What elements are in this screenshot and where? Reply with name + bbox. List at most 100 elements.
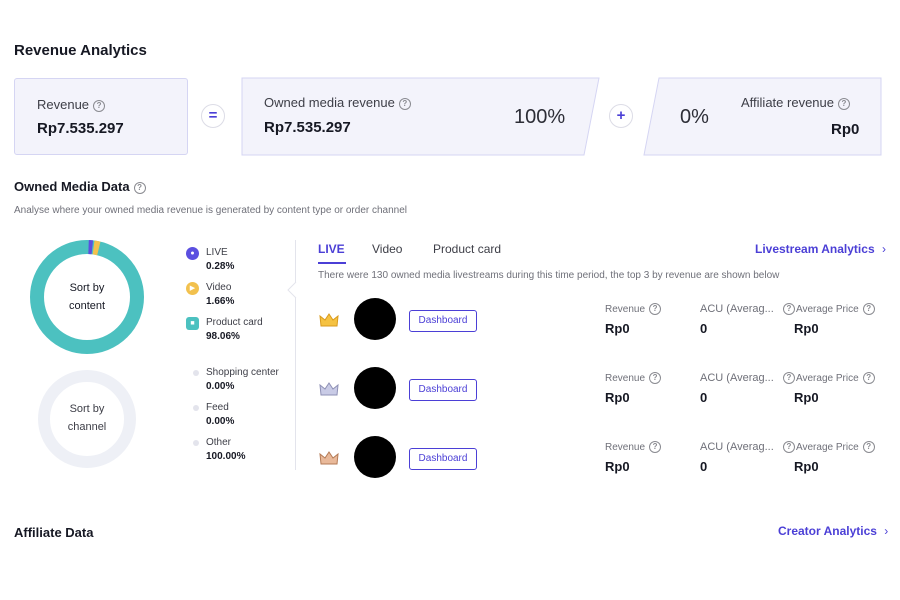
metric-label-text: Revenue [605, 373, 646, 384]
legend-value: 100.00% [206, 451, 246, 462]
metric-label-text: Average Price [796, 373, 859, 384]
help-icon[interactable]: ? [862, 441, 875, 453]
livestream-analytics-label: Livestream Analytics [755, 242, 875, 256]
revenue-value: Rp7.535.297 [37, 120, 124, 137]
affiliate-data-title: Affiliate Data [14, 525, 94, 540]
help-icon[interactable]: ? [838, 98, 850, 110]
bronze-crown-icon [319, 451, 339, 465]
help-icon[interactable]: ? [783, 303, 795, 315]
legend-value: 0.00% [206, 381, 235, 392]
legend-label: Other [206, 437, 232, 448]
legend-value: 98.06% [206, 331, 240, 342]
average-price-metric-value: Rp0 [794, 321, 819, 336]
video-icon: ▶ [186, 282, 199, 295]
revenue-metric-label: Revenue? [605, 441, 662, 453]
donut-label-line1: Sort by [69, 403, 105, 415]
plus-icon: + [609, 104, 633, 128]
affiliate-card-bg [643, 77, 882, 156]
help-icon[interactable]: ? [133, 182, 146, 194]
metric-label-text: Average Price [796, 304, 859, 315]
help-icon[interactable]: ? [783, 372, 795, 384]
revenue-metric-label: Revenue? [605, 372, 662, 384]
live-icon: ● [186, 247, 199, 260]
donut-slice-video [92, 240, 101, 256]
panel-divider [295, 240, 296, 470]
legend-item-product-card: ■ Product card 98.06% [186, 317, 263, 342]
legend-value: 0.00% [206, 416, 235, 427]
avatar [354, 436, 396, 478]
legend-label: Feed [206, 402, 229, 413]
metric-label-text: Revenue [605, 304, 646, 315]
revenue-metric-value: Rp0 [605, 390, 630, 405]
legend-item-other: Other 100.00% [186, 437, 245, 462]
creator-analytics-link[interactable]: Creator Analytics › [778, 524, 888, 538]
affiliate-label-wrap: Affiliate revenue? [741, 95, 850, 110]
help-icon[interactable]: ? [649, 303, 662, 315]
help-icon[interactable]: ? [783, 441, 795, 453]
help-icon[interactable]: ? [862, 372, 875, 384]
silver-crown-icon [319, 382, 339, 396]
help-icon[interactable]: ? [93, 100, 106, 112]
content-donut-label: Sort by content [50, 279, 124, 315]
legend-item-video: ▶ Video 1.66% [186, 282, 234, 307]
tab-live[interactable]: LIVE [318, 242, 345, 256]
dashboard-button[interactable]: Dashboard [409, 310, 477, 332]
avatar [354, 367, 396, 409]
acu-metric-label: ACU (Averag... [700, 303, 774, 315]
livestream-description: There were 130 owned media livestreams d… [318, 270, 780, 281]
help-icon[interactable]: ? [398, 98, 411, 110]
revenue-card: Revenue? Rp7.535.297 [14, 78, 188, 155]
donut-label-line2: channel [67, 421, 107, 433]
legend-dot-icon [193, 370, 199, 376]
legend-value: 0.28% [206, 261, 235, 272]
creator-analytics-label: Creator Analytics [778, 524, 877, 538]
average-price-metric-value: Rp0 [794, 390, 819, 405]
help-icon[interactable]: ? [649, 441, 662, 453]
revenue-metric-value: Rp0 [605, 459, 630, 474]
channel-donut-label: Sort by channel [50, 400, 124, 436]
chevron-right-icon: › [884, 524, 889, 538]
affiliate-percent: 0% [680, 106, 709, 128]
revenue-analytics-title: Revenue Analytics [14, 42, 147, 59]
legend-dot-icon [193, 440, 199, 446]
dashboard-button[interactable]: Dashboard [409, 448, 477, 470]
help-icon[interactable]: ? [649, 372, 662, 384]
tab-product-card[interactable]: Product card [433, 242, 501, 256]
tab-video[interactable]: Video [372, 242, 402, 256]
livestream-analytics-link[interactable]: Livestream Analytics › [755, 242, 886, 256]
legend-value: 1.66% [206, 296, 235, 307]
dashboard-button[interactable]: Dashboard [409, 379, 477, 401]
legend-label: Product card [206, 317, 263, 328]
average-price-metric-label: ? Average Price? [783, 303, 875, 315]
average-price-metric-label: ? Average Price? [783, 441, 875, 453]
acu-metric-label: ACU (Averag... [700, 372, 774, 384]
equals-icon: = [201, 104, 225, 128]
legend-label: LIVE [206, 247, 228, 258]
owned-media-description: Analyse where your owned media revenue i… [14, 205, 408, 216]
product-card-icon: ■ [186, 317, 199, 330]
owned-media-label: Owned media revenue [264, 95, 395, 110]
legend-item-feed: Feed 0.00% [186, 402, 234, 427]
metric-label-text: Average Price [796, 442, 859, 453]
acu-metric-value: 0 [700, 390, 708, 405]
legend-item-shopping-center: Shopping center 0.00% [186, 367, 279, 392]
owned-media-label-wrap: Owned media revenue? [264, 95, 411, 110]
acu-metric-value: 0 [700, 321, 708, 336]
revenue-metric-value: Rp0 [605, 321, 630, 336]
revenue-label: Revenue [37, 97, 90, 112]
divider-pointer [287, 282, 297, 298]
donut-label-line2: content [68, 300, 106, 312]
owned-media-value: Rp7.535.297 [264, 119, 351, 136]
revenue-metric-label: Revenue? [605, 303, 662, 315]
affiliate-label: Affiliate revenue [741, 95, 834, 110]
avatar [354, 298, 396, 340]
help-icon[interactable]: ? [862, 303, 875, 315]
owned-media-percent: 100% [514, 106, 566, 128]
legend-item-live: ● LIVE 0.28% [186, 247, 234, 272]
donut-label-line1: Sort by [69, 282, 105, 294]
gold-crown-icon [319, 313, 339, 327]
chevron-right-icon: › [881, 242, 886, 256]
legend-label: Video [206, 282, 232, 293]
acu-metric-label: ACU (Averag... [700, 441, 774, 453]
average-price-metric-label: ? Average Price? [783, 372, 875, 384]
